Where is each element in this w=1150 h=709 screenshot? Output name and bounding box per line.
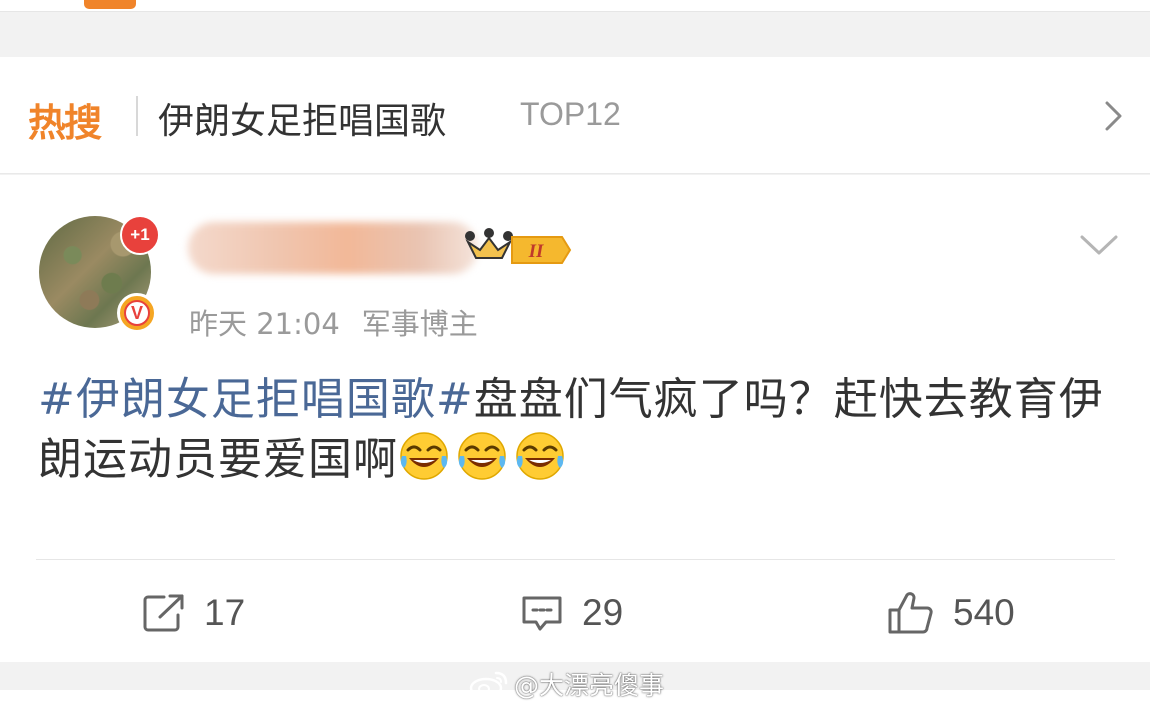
thumbs-up-icon — [888, 592, 933, 634]
level-badge-icon: II — [511, 236, 572, 264]
hot-search-logo: 热搜 — [28, 92, 102, 147]
comment-count: 29 — [582, 592, 624, 633]
hot-search-topic[interactable]: 伊朗女足拒唱国歌 — [158, 92, 446, 144]
hashtag-link[interactable]: #伊朗女足拒唱国歌# — [38, 374, 474, 425]
laugh-cry-emoji-icon — [516, 432, 564, 480]
like-button[interactable]: 540 — [887, 588, 1015, 638]
comment-icon — [522, 596, 562, 631]
actions-divider — [36, 559, 1115, 560]
new-story-badge: +1 — [120, 215, 160, 255]
repost-icon — [143, 594, 184, 632]
verified-mark: V — [124, 300, 150, 326]
hot-search-logo-text: 热搜 — [28, 101, 102, 145]
watermark-text: @大漂亮傻事 — [514, 671, 665, 700]
crown-icon — [465, 228, 513, 259]
chevron-right-icon[interactable] — [1098, 98, 1128, 134]
verified-badge-icon: V — [117, 293, 157, 333]
comment-button[interactable]: 29 — [520, 588, 623, 638]
repost-count: 17 — [204, 592, 246, 633]
laugh-cry-emoji-icon — [458, 432, 506, 480]
repost-button[interactable]: 17 — [142, 588, 245, 638]
like-count: 540 — [953, 592, 1015, 633]
post-body: #伊朗女足拒唱国歌#盘盘们气疯了吗？赶快去教育伊朗运动员要爱国啊 — [38, 370, 1123, 490]
username-blurred[interactable] — [188, 222, 478, 274]
watermark: @大漂亮傻事 — [468, 666, 664, 702]
post-meta: 昨天 21:04 军事博主 — [189, 301, 478, 343]
post-time: 昨天 21:04 — [189, 307, 340, 341]
top-tab-strip — [0, 0, 1150, 12]
chevron-down-icon[interactable] — [1078, 230, 1120, 260]
weibo-logo-icon — [469, 671, 508, 699]
author-role: 军事博主 — [361, 307, 478, 341]
laugh-cry-emoji-icon — [400, 432, 448, 480]
level-badge-label: II — [528, 241, 544, 262]
hot-search-rank: TOP12 — [520, 96, 621, 132]
hot-search-divider — [136, 96, 138, 136]
active-tab-indicator — [84, 0, 136, 9]
